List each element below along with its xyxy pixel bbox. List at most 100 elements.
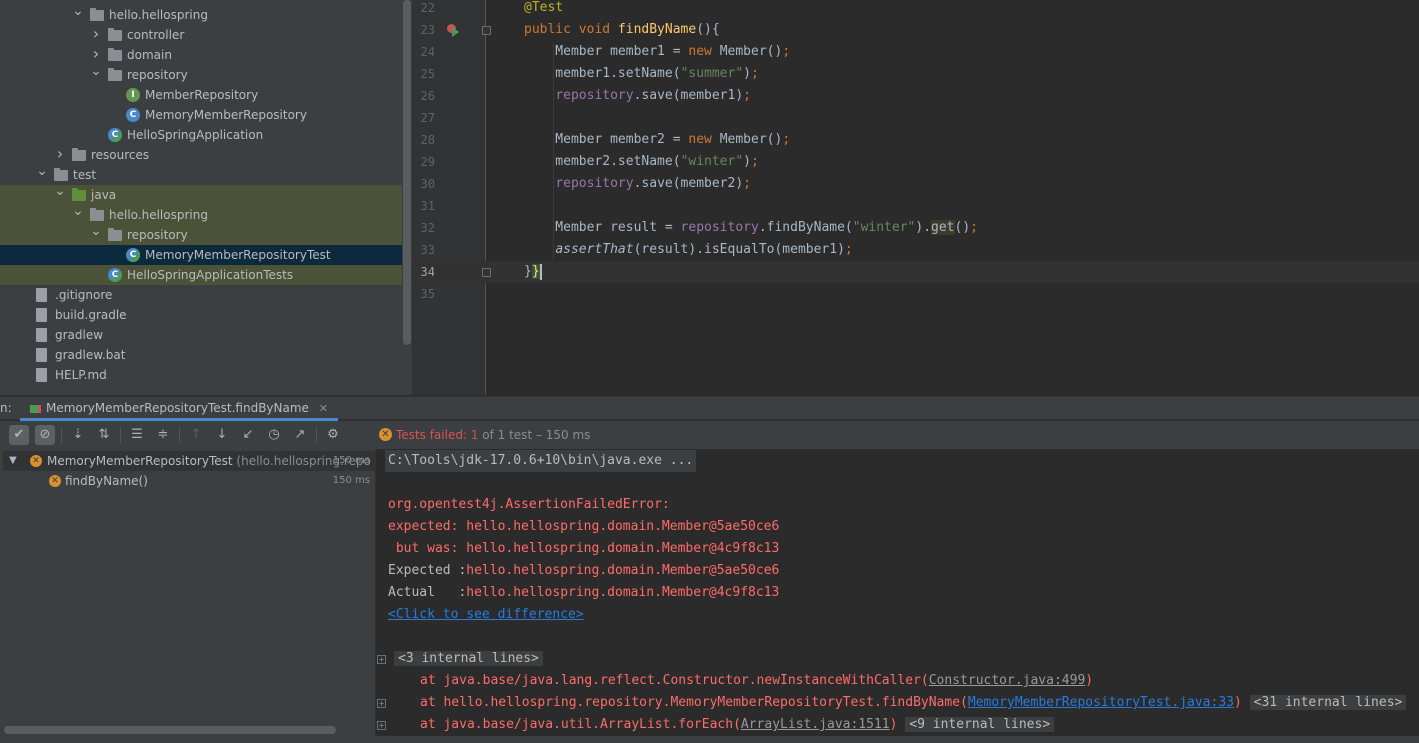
- console-command-line[interactable]: C:\Tools\jdk-17.0.6+10\bin\java.exe ...: [385, 450, 697, 472]
- expand-icon[interactable]: +: [377, 655, 386, 664]
- tree-item[interactable]: ⌄ hello.hellospring: [0, 4, 402, 25]
- expand-icon[interactable]: +: [377, 721, 386, 730]
- test-failed-icon: ✕: [379, 428, 392, 441]
- trace-text: at hello.hellospring.repository.MemoryMe…: [420, 695, 968, 710]
- trace-text: ): [889, 717, 898, 732]
- expand-icon[interactable]: +: [377, 699, 386, 708]
- code-line[interactable]: 35: [413, 283, 1419, 305]
- test-class-row[interactable]: ▼ ✕ MemoryMemberRepositoryTest (hello.he…: [3, 451, 375, 471]
- tree-item[interactable]: .gitignore: [0, 285, 402, 305]
- fold-marker-icon[interactable]: [482, 26, 491, 35]
- see-difference-link[interactable]: <Click to see difference>: [388, 607, 584, 622]
- trace-file-link[interactable]: MemoryMemberRepositoryTest.java:33: [968, 695, 1234, 710]
- code-text: Member member2 = new Member();: [524, 132, 791, 147]
- tree-item[interactable]: gradlew: [0, 325, 402, 345]
- line-number: 31: [420, 199, 435, 213]
- code-line[interactable]: 27: [413, 107, 1419, 129]
- stack-trace-line: at hello.hellospring.repository.MemoryMe…: [420, 692, 1407, 714]
- tree-item[interactable]: ⌄ repository: [0, 224, 402, 245]
- tree-item-label: hello.hellospring: [109, 8, 208, 22]
- tree-item[interactable]: › resources: [0, 145, 402, 165]
- tree-item[interactable]: ⌄ java: [0, 184, 402, 205]
- import-tests-icon[interactable]: ↙: [238, 425, 258, 445]
- code-editor[interactable]: 22 @Test 23 public void findByName(){24 Mem…: [412, 0, 1419, 395]
- project-tree-scrollbar[interactable]: [403, 0, 411, 345]
- tree-item[interactable]: › controller: [0, 25, 402, 45]
- stack-trace-line: at java.base/java.lang.reflect.Construct…: [420, 670, 1093, 692]
- code-line[interactable]: 28 Member member2 = new Member();: [413, 129, 1419, 151]
- code-line[interactable]: 24 Member member1 = new Member();: [413, 41, 1419, 63]
- tree-item[interactable]: › domain: [0, 45, 402, 65]
- chevron-down-icon[interactable]: ▼: [9, 451, 17, 471]
- console-butwas-line: but was: hello.hellospring.domain.Member…: [388, 541, 780, 556]
- chevron-down-icon[interactable]: ⌄: [72, 204, 84, 225]
- code-line[interactable]: 29 member2.setName("winter");: [413, 151, 1419, 173]
- interface-icon: I: [126, 88, 140, 102]
- tree-item[interactable]: I MemberRepository: [0, 85, 402, 105]
- test-status-text: Tests failed: 1 of 1 test – 150 ms: [396, 428, 590, 442]
- code-line[interactable]: 23 public void findByName(){: [413, 19, 1419, 41]
- show-passed-icon[interactable]: ✔: [9, 425, 29, 445]
- fold-marker-icon[interactable]: [482, 268, 491, 277]
- spring-class-icon: C: [126, 248, 140, 262]
- chevron-down-icon[interactable]: ⌄: [54, 184, 66, 205]
- chevron-down-icon[interactable]: ⌄: [72, 4, 84, 25]
- internal-lines-fold[interactable]: <9 internal lines>: [905, 717, 1055, 732]
- console-output[interactable]: C:\Tools\jdk-17.0.6+10\bin\java.exe ... …: [375, 449, 1419, 743]
- toolbar-divider: [120, 427, 121, 443]
- chevron-down-icon[interactable]: ⌄: [36, 164, 48, 185]
- tree-item-label: test: [73, 168, 97, 182]
- tree-item[interactable]: build.gradle: [0, 305, 402, 325]
- code-line[interactable]: 33 assertThat(result).isEqualTo(member1)…: [413, 239, 1419, 261]
- tree-item[interactable]: gradlew.bat: [0, 345, 402, 365]
- previous-failed-icon[interactable]: ↑: [186, 425, 206, 445]
- code-line[interactable]: 22 @Test: [413, 0, 1419, 19]
- test-method-name: findByName(): [65, 474, 148, 488]
- expand-all-icon[interactable]: ☰: [127, 425, 147, 445]
- tree-item[interactable]: HELP.md: [0, 365, 402, 385]
- test-class-name: MemoryMemberRepositoryTest (hello.hellos…: [47, 451, 371, 471]
- sort-alphabetically-icon[interactable]: ⇣: [68, 425, 88, 445]
- gradle-icon: [36, 308, 47, 322]
- tree-item[interactable]: ⌄ hello.hellospring: [0, 204, 402, 225]
- trace-file-link[interactable]: Constructor.java:499: [929, 673, 1086, 688]
- settings-gear-icon[interactable]: ⚙: [323, 425, 343, 445]
- line-number: 30: [420, 177, 435, 191]
- code-line[interactable]: 31: [413, 195, 1419, 217]
- close-icon[interactable]: ✕: [319, 402, 328, 415]
- sort-by-duration-icon[interactable]: ⇅: [94, 425, 114, 445]
- run-tab[interactable]: MemoryMemberRepositoryTest.findByName ✕: [20, 397, 338, 421]
- chevron-right-icon[interactable]: ›: [54, 145, 66, 165]
- tree-item[interactable]: C MemoryMemberRepository: [0, 105, 402, 125]
- chevron-right-icon[interactable]: ›: [90, 25, 102, 45]
- internal-lines-fold[interactable]: <31 internal lines>: [1249, 695, 1407, 710]
- next-failed-icon[interactable]: ↓: [212, 425, 232, 445]
- internal-lines-fold[interactable]: <3 internal lines>: [394, 651, 543, 666]
- trace-file-link[interactable]: ArrayList.java:1511: [741, 717, 890, 732]
- chevron-right-icon[interactable]: ›: [90, 45, 102, 65]
- test-method-row[interactable]: ✕ findByName() 150 ms: [3, 471, 375, 491]
- chevron-down-icon[interactable]: ⌄: [90, 224, 102, 245]
- run-test-failed-icon[interactable]: [447, 23, 461, 37]
- test-history-icon[interactable]: ◷: [264, 425, 284, 445]
- chevron-down-icon[interactable]: ⌄: [90, 64, 102, 85]
- test-tree-scrollbar[interactable]: [4, 726, 336, 734]
- line-number: 23: [420, 23, 435, 37]
- package-icon: [108, 68, 122, 81]
- code-line[interactable]: 34}}: [413, 261, 1419, 283]
- code-line[interactable]: 25 member1.setName("summer");: [413, 63, 1419, 85]
- tree-item[interactable]: ⌄ repository: [0, 64, 402, 85]
- code-line[interactable]: 32 Member result = repository.findByName…: [413, 217, 1419, 239]
- code-line[interactable]: 30 repository.save(member2);: [413, 173, 1419, 195]
- tree-item[interactable]: C HelloSpringApplicationTests: [0, 265, 402, 285]
- tree-item[interactable]: C HelloSpringApplication: [0, 125, 402, 145]
- actual-value: hello.hellospring.domain.Member@4c9f8c13: [466, 585, 780, 600]
- trace-text: ): [1085, 673, 1094, 688]
- collapse-all-icon[interactable]: ≑: [153, 425, 173, 445]
- tree-item-label: .gitignore: [55, 288, 113, 302]
- code-line[interactable]: 26 repository.save(member1);: [413, 85, 1419, 107]
- tree-item[interactable]: ⌄ test: [0, 164, 402, 185]
- export-results-icon[interactable]: ↗: [290, 425, 310, 445]
- show-ignored-icon[interactable]: ⊘: [35, 425, 55, 445]
- tree-item[interactable]: C MemoryMemberRepositoryTest: [0, 245, 402, 265]
